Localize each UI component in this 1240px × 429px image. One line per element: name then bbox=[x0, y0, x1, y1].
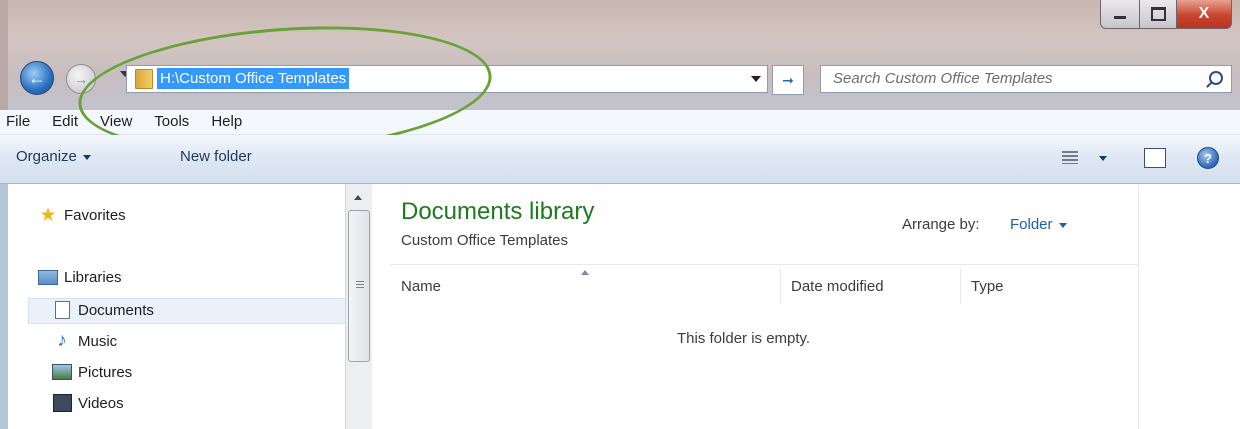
command-bar: Organize New folder ? bbox=[0, 135, 1240, 184]
search-icon[interactable] bbox=[1209, 71, 1223, 85]
arrange-label: Arrange by: bbox=[902, 216, 980, 233]
arrange-value: Folder bbox=[1010, 216, 1053, 233]
address-path[interactable]: H:\Custom Office Templates bbox=[157, 68, 350, 89]
column-separator[interactable] bbox=[960, 268, 961, 304]
organize-button[interactable]: Organize bbox=[16, 148, 91, 165]
address-dropdown-icon[interactable] bbox=[751, 76, 761, 82]
sidebar-item-label: Favorites bbox=[64, 206, 126, 224]
pane-divider bbox=[1138, 184, 1139, 429]
chevron-down-icon bbox=[1058, 222, 1067, 228]
preview-pane-button[interactable] bbox=[1144, 148, 1166, 168]
sidebar-item-label: Music bbox=[78, 332, 118, 350]
menu-view[interactable]: View bbox=[89, 110, 143, 134]
file-list-pane: Documents library Custom Office Template… bbox=[372, 184, 1240, 429]
minimize-icon bbox=[1114, 15, 1126, 19]
sidebar-item-documents[interactable]: Documents bbox=[52, 297, 154, 323]
scrollbar-thumb[interactable] bbox=[348, 210, 370, 362]
sort-ascending-icon bbox=[581, 270, 589, 275]
explorer-window: X ← → H:\Custom Office Templates ➞ Searc… bbox=[0, 0, 1240, 429]
sidebar-item-videos[interactable]: Videos bbox=[52, 390, 124, 416]
navigation-pane: ★ Favorites Libraries Documents ♪ Music … bbox=[0, 184, 347, 429]
change-view-icon[interactable] bbox=[1062, 151, 1078, 164]
sidebar-item-music[interactable]: ♪ Music bbox=[52, 328, 117, 354]
column-header-date-modified[interactable]: Date modified bbox=[791, 278, 884, 295]
sidebar-item-label: Libraries bbox=[64, 268, 122, 286]
forward-button[interactable]: → bbox=[66, 64, 96, 94]
title-bar: X ← → H:\Custom Office Templates ➞ Searc… bbox=[0, 0, 1240, 110]
back-button[interactable]: ← bbox=[20, 61, 54, 95]
grip-icon bbox=[356, 281, 364, 289]
menu-file[interactable]: File bbox=[0, 110, 41, 134]
refresh-icon: ➞ bbox=[782, 71, 794, 88]
window-border bbox=[0, 0, 8, 110]
window-controls: X bbox=[1100, 0, 1232, 34]
maximize-button[interactable] bbox=[1140, 0, 1177, 29]
library-subtitle: Custom Office Templates bbox=[401, 232, 569, 249]
folder-icon bbox=[135, 69, 153, 89]
music-note-icon: ♪ bbox=[57, 330, 67, 351]
library-title: Documents library bbox=[401, 198, 595, 225]
menu-edit[interactable]: Edit bbox=[41, 110, 89, 134]
forward-arrow-icon: → bbox=[74, 71, 88, 87]
search-box[interactable]: Search Custom Office Templates bbox=[820, 65, 1232, 93]
address-bar[interactable]: H:\Custom Office Templates bbox=[126, 65, 768, 93]
close-button[interactable]: X bbox=[1177, 0, 1232, 29]
back-arrow-icon: ← bbox=[28, 67, 46, 88]
search-placeholder: Search Custom Office Templates bbox=[833, 70, 1053, 87]
header-divider bbox=[390, 264, 1138, 265]
new-folder-button[interactable]: New folder bbox=[180, 148, 252, 165]
menu-bar: File Edit View Tools Help bbox=[0, 110, 1240, 135]
arrange-by-dropdown[interactable]: Folder bbox=[1010, 216, 1067, 233]
video-icon bbox=[52, 394, 72, 412]
column-header-type[interactable]: Type bbox=[971, 278, 1004, 295]
sidebar-item-libraries[interactable]: Libraries bbox=[38, 264, 122, 290]
menu-help[interactable]: Help bbox=[200, 110, 253, 134]
nav-scrollbar[interactable] bbox=[345, 184, 373, 429]
column-header-name[interactable]: Name bbox=[401, 278, 441, 295]
sidebar-item-label: Documents bbox=[78, 301, 154, 319]
organize-label: Organize bbox=[16, 148, 77, 165]
empty-folder-message: This folder is empty. bbox=[677, 330, 811, 347]
sidebar-item-label: Pictures bbox=[78, 363, 133, 381]
picture-icon bbox=[52, 363, 72, 381]
document-icon bbox=[52, 301, 72, 319]
refresh-button[interactable]: ➞ bbox=[772, 65, 804, 95]
star-icon: ★ bbox=[39, 204, 57, 226]
view-options-dropdown[interactable] bbox=[1099, 156, 1107, 161]
menu-tools[interactable]: Tools bbox=[143, 110, 200, 134]
scroll-up-icon[interactable] bbox=[354, 195, 362, 200]
maximize-icon bbox=[1150, 7, 1166, 21]
sidebar-item-pictures[interactable]: Pictures bbox=[52, 359, 132, 385]
sidebar-item-label: Videos bbox=[78, 394, 124, 412]
navigation-row: ← → H:\Custom Office Templates ➞ Search … bbox=[20, 60, 1232, 95]
chevron-down-icon bbox=[82, 154, 91, 160]
help-button[interactable]: ? bbox=[1197, 147, 1219, 169]
library-icon bbox=[38, 268, 58, 286]
column-separator[interactable] bbox=[780, 268, 781, 304]
sidebar-item-favorites[interactable]: ★ Favorites bbox=[38, 202, 126, 228]
minimize-button[interactable] bbox=[1100, 0, 1140, 29]
window-border bbox=[0, 184, 8, 429]
